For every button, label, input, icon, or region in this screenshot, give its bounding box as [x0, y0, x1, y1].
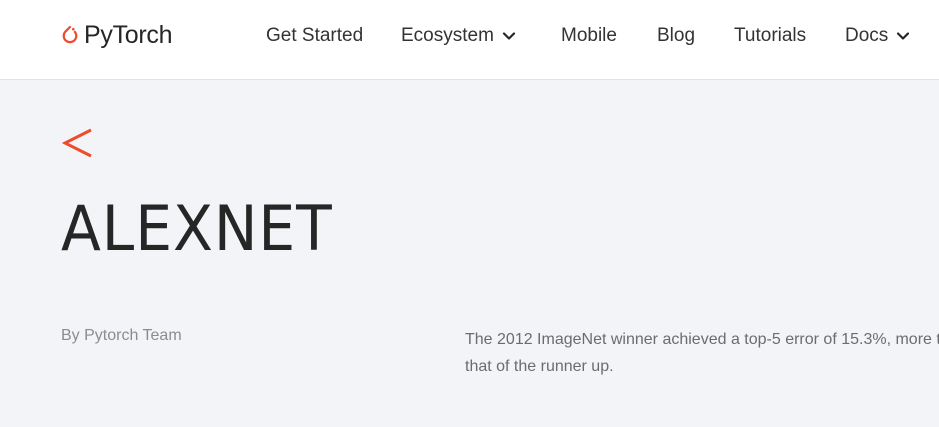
summary-line-1: The 2012 ImageNet winner achieved a top-…: [465, 331, 939, 348]
nav-mobile-label: Mobile: [561, 25, 617, 46]
chevron-down-icon: [502, 32, 516, 40]
nav-docs[interactable]: Docs: [845, 25, 910, 47]
chevron-down-icon: [897, 32, 910, 40]
nav-tutorials-label: Tutorials: [734, 25, 807, 46]
nav-blog-label: Blog: [657, 25, 696, 46]
logo-text: PyTorch: [84, 20, 173, 49]
nav-tutorials[interactable]: Tutorials: [734, 25, 806, 47]
summary-line-2: that of the runner up.: [465, 358, 614, 375]
model-summary: The 2012 ImageNet winner achieved a top-…: [465, 326, 939, 386]
top-navigation-bar: PyTorch Get Started Ecosystem Mobile Blo…: [0, 0, 939, 80]
back-chevron-icon[interactable]: [62, 125, 94, 161]
nav-ecosystem-label: Ecosystem: [401, 25, 494, 46]
nav-get-started-label: Get Started: [266, 25, 364, 46]
nav-get-started[interactable]: Get Started: [266, 25, 363, 47]
page-title: ALEXNET: [61, 192, 333, 265]
author-byline: By Pytorch Team: [61, 327, 182, 344]
pytorch-logo[interactable]: PyTorch: [61, 19, 173, 51]
pytorch-flame-icon: [62, 25, 78, 44]
nav-ecosystem[interactable]: Ecosystem: [401, 25, 516, 47]
nav-mobile[interactable]: Mobile: [561, 25, 617, 47]
nav-docs-label: Docs: [845, 25, 889, 46]
nav-blog[interactable]: Blog: [657, 25, 695, 47]
